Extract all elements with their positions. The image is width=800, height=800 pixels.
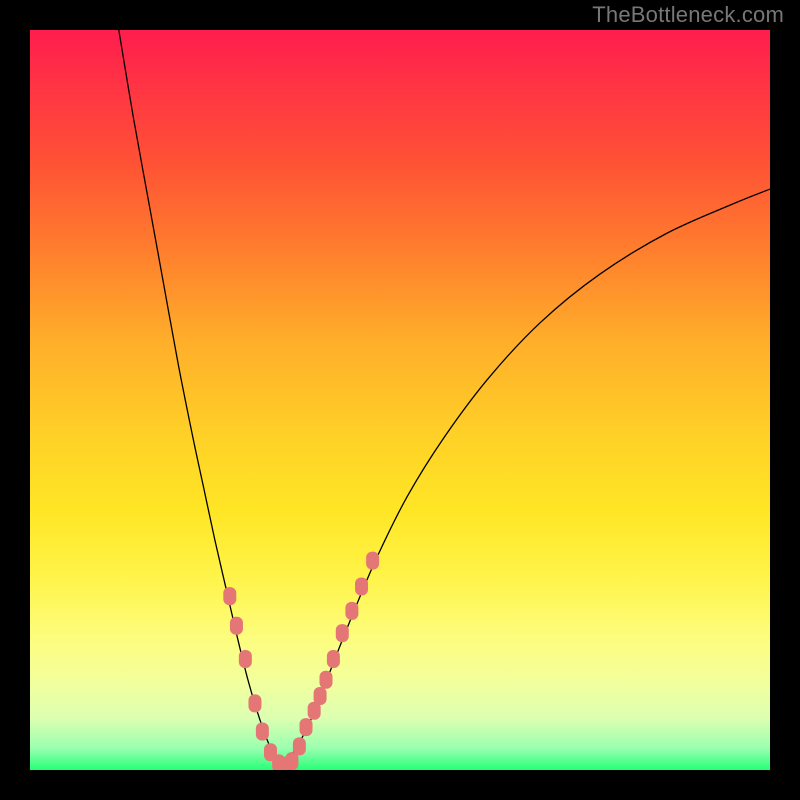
curve-marker <box>366 552 379 570</box>
curve-marker <box>327 650 340 668</box>
curve-marker <box>239 650 252 668</box>
curve-marker <box>293 737 306 755</box>
curve-marker <box>320 671 333 689</box>
curve-marker <box>355 577 368 595</box>
curve-marker <box>314 687 327 705</box>
curve-markers <box>223 552 379 770</box>
curve-right-branch <box>282 189 770 766</box>
curve-marker <box>345 602 358 620</box>
curve-marker <box>223 587 236 605</box>
watermark-text: TheBottleneck.com <box>592 2 784 28</box>
curve-marker <box>336 624 349 642</box>
curve-marker <box>248 694 261 712</box>
curve-marker <box>230 617 243 635</box>
curve-left-branch <box>119 30 282 766</box>
curve-svg <box>30 30 770 770</box>
plot-area <box>30 30 770 770</box>
curve-marker <box>256 723 269 741</box>
curve-marker <box>300 718 313 736</box>
